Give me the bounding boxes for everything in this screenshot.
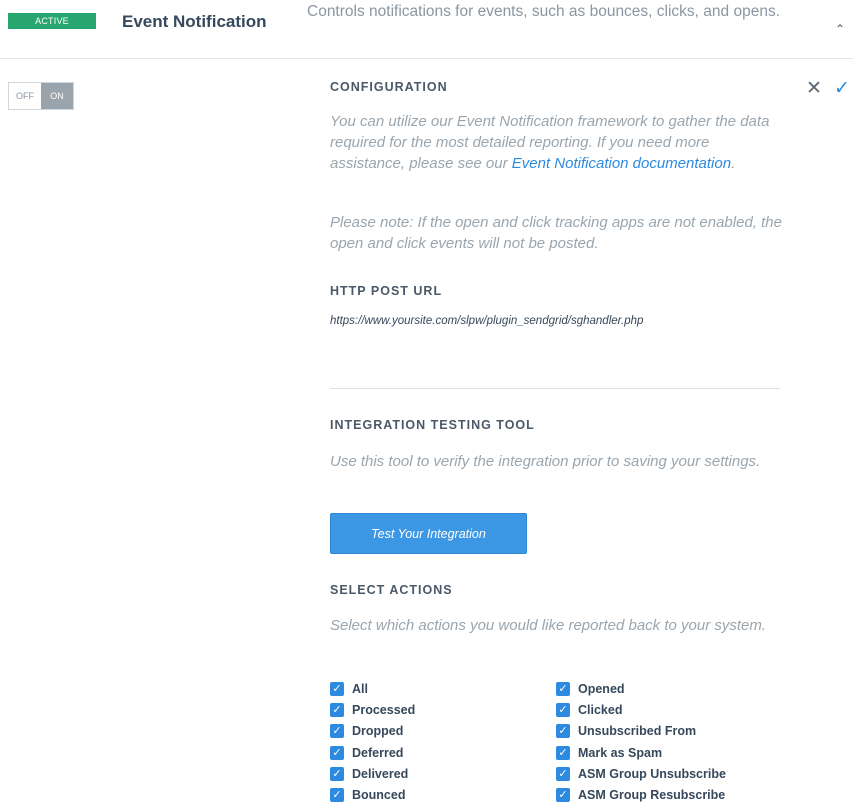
action-bounced[interactable]: ✓ Bounced xyxy=(330,784,415,805)
configuration-intro-suffix: . xyxy=(731,155,736,172)
action-all[interactable]: ✓ All xyxy=(330,678,415,699)
toggle-on-option[interactable]: ON xyxy=(41,83,73,109)
tracking-note: Please note: If the open and click track… xyxy=(330,214,782,252)
checkbox-checked-icon[interactable]: ✓ xyxy=(330,788,344,803)
action-dropped[interactable]: ✓ Dropped xyxy=(330,721,415,742)
integration-testing-description: Use this tool to verify the integration … xyxy=(330,453,761,470)
configuration-heading: CONFIGURATION xyxy=(330,80,448,94)
checkbox-checked-icon[interactable]: ✓ xyxy=(556,724,570,739)
action-processed[interactable]: ✓ Processed xyxy=(330,699,415,720)
action-mark-as-spam[interactable]: ✓ Mark as Spam xyxy=(556,742,726,763)
action-label: Mark as Spam xyxy=(578,745,663,760)
action-deferred[interactable]: ✓ Deferred xyxy=(330,742,415,763)
action-clicked[interactable]: ✓ Clicked xyxy=(556,699,726,720)
action-label: Dropped xyxy=(352,724,404,739)
checkbox-checked-icon[interactable]: ✓ xyxy=(556,745,570,760)
integration-testing-heading: INTEGRATION TESTING TOOL xyxy=(330,418,535,432)
checkbox-checked-icon[interactable]: ✓ xyxy=(330,766,344,781)
test-integration-button[interactable]: Test Your Integration xyxy=(330,513,527,554)
event-notification-header[interactable]: ACTIVE Event Notification Controls notif… xyxy=(0,0,853,59)
actions-column-right: ✓ Opened ✓ Clicked ✓ Unsubscribed From ✓ Mar… xyxy=(556,678,726,806)
http-post-url-heading: HTTP POST URL xyxy=(330,284,443,298)
chevron-up-icon[interactable]: ⌃ xyxy=(832,21,848,37)
action-delivered[interactable]: ✓ Delivered xyxy=(330,763,415,784)
action-label: Bounced xyxy=(352,788,406,803)
http-post-url-value[interactable]: https://www.yoursite.com/slpw/plugin_sen… xyxy=(330,315,643,327)
close-icon[interactable]: ✕ xyxy=(805,79,823,98)
action-asm-group-resubscribe[interactable]: ✓ ASM Group Resubscribe xyxy=(556,784,726,805)
checkbox-checked-icon[interactable]: ✓ xyxy=(556,702,570,717)
checkbox-checked-icon[interactable]: ✓ xyxy=(556,681,570,696)
action-label: Deferred xyxy=(352,745,404,760)
checkbox-checked-icon[interactable]: ✓ xyxy=(330,724,344,739)
action-label: All xyxy=(352,681,368,696)
on-off-toggle[interactable]: OFF ON xyxy=(8,82,74,110)
checkbox-checked-icon[interactable]: ✓ xyxy=(330,702,344,717)
action-label: Delivered xyxy=(352,766,409,781)
checkbox-checked-icon[interactable]: ✓ xyxy=(556,788,570,803)
section-divider xyxy=(330,388,780,389)
event-notification-docs-link[interactable]: Event Notification documentation xyxy=(512,155,731,172)
select-actions-heading: SELECT ACTIONS xyxy=(330,583,453,597)
action-label: ASM Group Resubscribe xyxy=(578,788,726,803)
checkbox-checked-icon[interactable]: ✓ xyxy=(556,766,570,781)
actions-column-left: ✓ All ✓ Processed ✓ Dropped ✓ Deferred ✓ Deli… xyxy=(330,678,415,806)
section-description: Controls notifications for events, such … xyxy=(307,3,780,20)
action-label: Unsubscribed From xyxy=(578,724,697,739)
section-title: Event Notification xyxy=(122,12,267,31)
status-badge: ACTIVE xyxy=(8,13,96,29)
select-actions-description: Select which actions you would like repo… xyxy=(330,617,767,634)
toggle-off-option[interactable]: OFF xyxy=(9,83,41,109)
configuration-intro: You can utilize our Event Notification f… xyxy=(330,111,785,174)
action-unsubscribed-from[interactable]: ✓ Unsubscribed From xyxy=(556,721,726,742)
checkbox-checked-icon[interactable]: ✓ xyxy=(330,681,344,696)
action-opened[interactable]: ✓ Opened xyxy=(556,678,726,699)
checkbox-checked-icon[interactable]: ✓ xyxy=(330,745,344,760)
action-label: ASM Group Unsubscribe xyxy=(578,766,726,781)
action-label: Opened xyxy=(578,681,625,696)
action-label: Clicked xyxy=(578,702,623,717)
check-icon[interactable]: ✓ xyxy=(832,79,852,98)
action-asm-group-unsubscribe[interactable]: ✓ ASM Group Unsubscribe xyxy=(556,763,726,784)
action-label: Processed xyxy=(352,702,416,717)
